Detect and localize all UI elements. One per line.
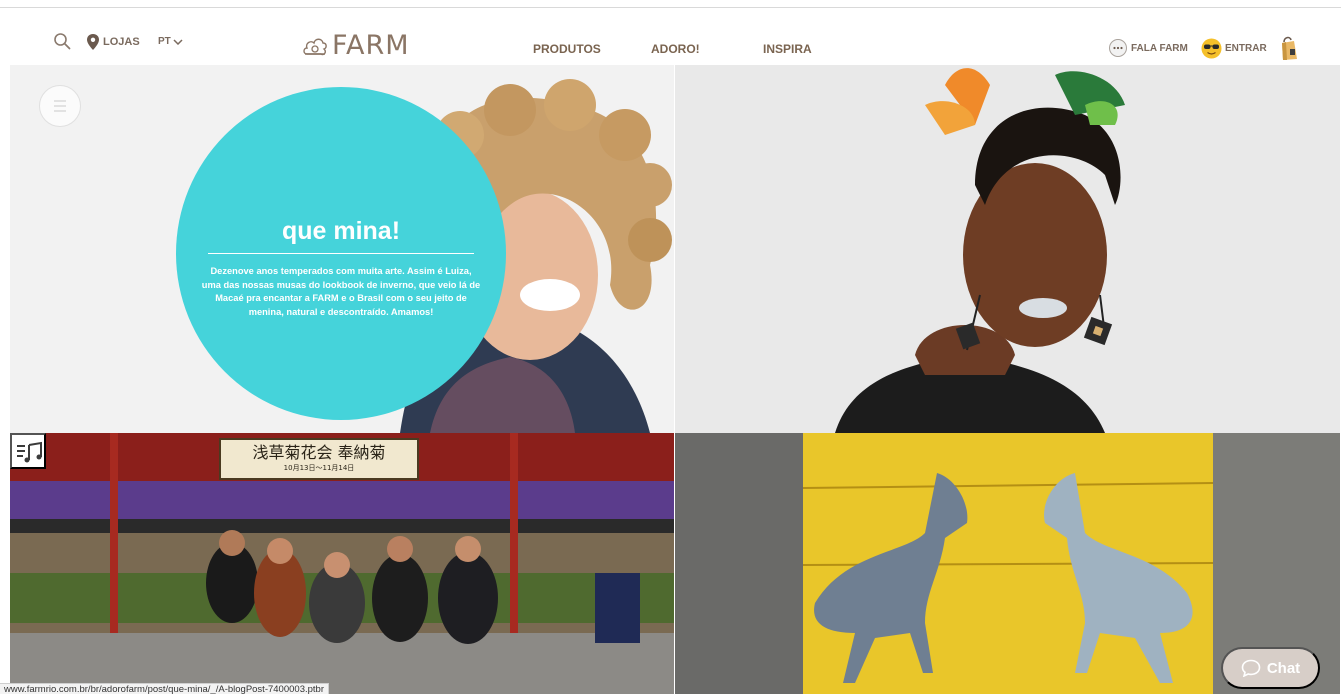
music-playlist-icon — [17, 441, 42, 463]
chat-bubble-icon — [1109, 39, 1127, 57]
model-photo — [675, 65, 1340, 433]
temple-sign-title: 浅草菊花会 奉納菊 — [252, 443, 386, 462]
hamburger-icon — [54, 100, 66, 112]
group-photo-tile[interactable]: 浅草菊花会 奉納菊 10月13日〜11月14日 — [10, 433, 674, 694]
featured-post-tile[interactable]: que mina! Dezenove anos temperados com m… — [10, 65, 674, 433]
temple-sign-subtitle: 10月13日〜11月14日 — [283, 464, 355, 472]
logo-text: FARM — [332, 30, 410, 61]
fala-farm-label: FALA FARM — [1131, 42, 1188, 54]
stores-link[interactable]: LOJAS — [86, 34, 140, 50]
map-pin-icon — [87, 34, 99, 50]
post-title: que mina! — [281, 217, 401, 245]
chat-button[interactable]: Chat — [1221, 647, 1320, 689]
model-portrait-tile[interactable] — [675, 65, 1340, 433]
fala-farm-link[interactable]: FALA FARM — [1108, 38, 1188, 58]
site-header: LOJAS PT FARM PRODUTOS ADORO! INSPIRA FA… — [0, 8, 1341, 65]
featured-post-circle[interactable]: que mina! Dezenove anos temperados com m… — [176, 87, 506, 420]
status-bar-url: www.farmrio.com.br/br/adorofarm/post/que… — [0, 683, 329, 694]
menu-button[interactable] — [39, 85, 81, 127]
language-selector[interactable]: PT — [158, 36, 183, 47]
chat-icon — [1241, 659, 1261, 677]
nav-inspira[interactable]: INSPIRA — [763, 42, 812, 56]
music-button[interactable] — [10, 433, 46, 469]
title-divider — [208, 253, 474, 254]
post-excerpt: Dezenove anos temperados com muita arte.… — [201, 266, 481, 317]
farm-logo[interactable]: FARM — [302, 30, 410, 61]
chat-label: Chat — [1266, 659, 1301, 677]
chevron-down-icon — [173, 38, 183, 45]
stores-label: LOJAS — [103, 36, 140, 48]
nav-adoro[interactable]: ADORO! — [651, 42, 700, 56]
temple-sign: 浅草菊花会 奉納菊 10月13日〜11月14日 — [222, 441, 416, 477]
language-label: PT — [158, 36, 171, 47]
farm-logo-icon — [303, 38, 327, 55]
login-link[interactable]: ENTRAR — [1201, 38, 1267, 59]
nav-produtos[interactable]: PRODUTOS — [533, 42, 601, 56]
search-icon[interactable] — [53, 32, 71, 50]
shopping-bag-icon[interactable] — [1279, 35, 1299, 61]
login-label: ENTRAR — [1225, 43, 1267, 54]
sunglasses-emoji-icon — [1201, 38, 1222, 59]
